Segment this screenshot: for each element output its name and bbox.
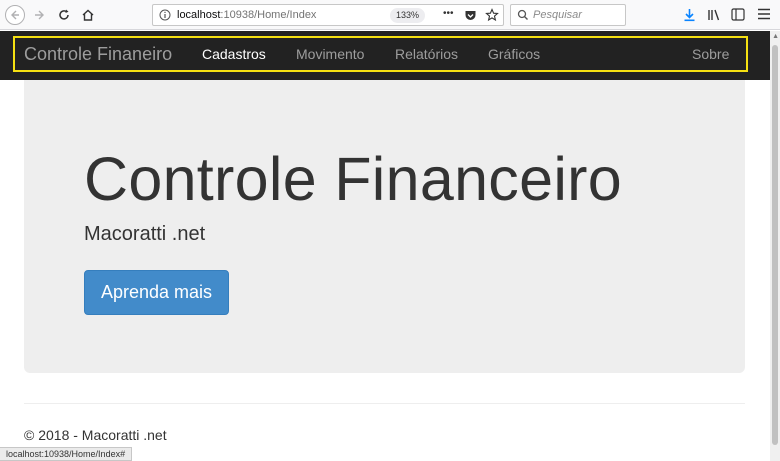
navbar-brand[interactable]: Controle Finaneiro xyxy=(24,44,172,65)
sidebar-icon[interactable] xyxy=(731,8,745,21)
footer-divider xyxy=(24,403,745,404)
info-icon[interactable] xyxy=(159,9,171,21)
page-title: Controle Financeiro xyxy=(84,145,623,213)
back-button[interactable] xyxy=(4,4,26,26)
browser-toolbar: localhost:10938/Home/Index 133% ••• Pesq… xyxy=(0,0,780,30)
url-path: :10938/Home/Index xyxy=(220,9,317,21)
home-icon xyxy=(82,9,94,21)
download-icon[interactable] xyxy=(683,8,696,22)
menu-icon[interactable] xyxy=(757,8,771,20)
back-arrow-icon xyxy=(5,5,25,25)
navbar: Controle Finaneiro Cadastros Movimento R… xyxy=(0,31,780,80)
search-placeholder: Pesquisar xyxy=(533,9,582,21)
forward-button[interactable] xyxy=(29,4,51,26)
footer-text: © 2018 - Macoratti .net xyxy=(24,427,167,443)
reload-icon xyxy=(59,9,69,20)
status-bar: localhost:10938/Home/Index# xyxy=(0,447,133,461)
nav-item-cadastros[interactable]: Cadastros xyxy=(202,46,266,62)
reload-button[interactable] xyxy=(53,4,75,26)
library-icon[interactable] xyxy=(707,8,721,22)
jumbotron: Controle Financeiro Macoratti .net Apren… xyxy=(24,80,745,373)
home-button[interactable] xyxy=(77,4,99,26)
search-icon xyxy=(517,9,528,20)
forward-arrow-icon xyxy=(35,10,44,20)
url-host: localhost xyxy=(177,9,221,21)
url-bar[interactable]: localhost:10938/Home/Index 133% ••• xyxy=(152,4,504,26)
bookmark-star-icon[interactable] xyxy=(485,8,499,22)
nav-item-sobre[interactable]: Sobre xyxy=(692,46,729,62)
nav-item-movimento[interactable]: Movimento xyxy=(296,46,364,62)
page-subtitle: Macoratti .net xyxy=(84,223,206,245)
nav-item-graficos[interactable]: Gráficos xyxy=(488,46,540,62)
nav-item-relatorios[interactable]: Relatórios xyxy=(395,46,458,62)
page-actions-icon[interactable]: ••• xyxy=(443,8,454,19)
pocket-icon[interactable] xyxy=(464,9,477,22)
scroll-up-arrow-icon[interactable]: ▲ xyxy=(772,33,779,40)
learn-more-button[interactable]: Aprenda mais xyxy=(84,270,229,315)
search-bar[interactable]: Pesquisar xyxy=(510,4,626,26)
scrollbar-thumb[interactable] xyxy=(772,45,778,445)
url-text: localhost:10938/Home/Index xyxy=(177,9,316,21)
zoom-indicator[interactable]: 133% xyxy=(390,8,426,23)
